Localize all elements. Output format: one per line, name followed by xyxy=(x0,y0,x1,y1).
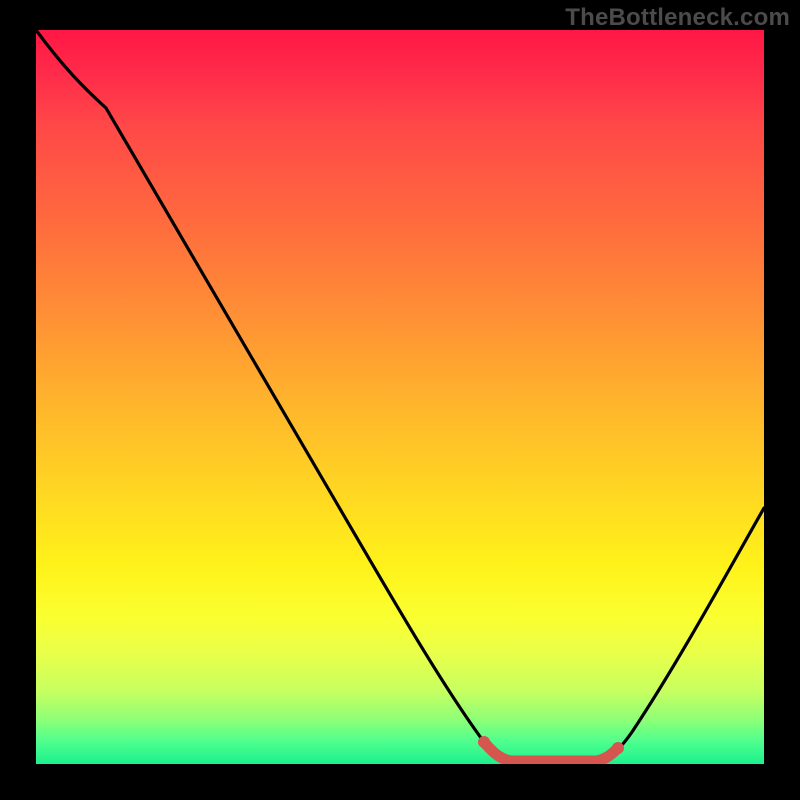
chart-frame: TheBottleneck.com xyxy=(0,0,800,800)
curve-path xyxy=(36,30,764,761)
plot-area xyxy=(36,30,764,764)
watermark-text: TheBottleneck.com xyxy=(565,4,790,32)
highlight-start-dot xyxy=(478,736,490,748)
highlight-end-dot xyxy=(612,742,624,754)
bottleneck-curve xyxy=(36,30,764,764)
curve-highlight xyxy=(484,742,618,761)
